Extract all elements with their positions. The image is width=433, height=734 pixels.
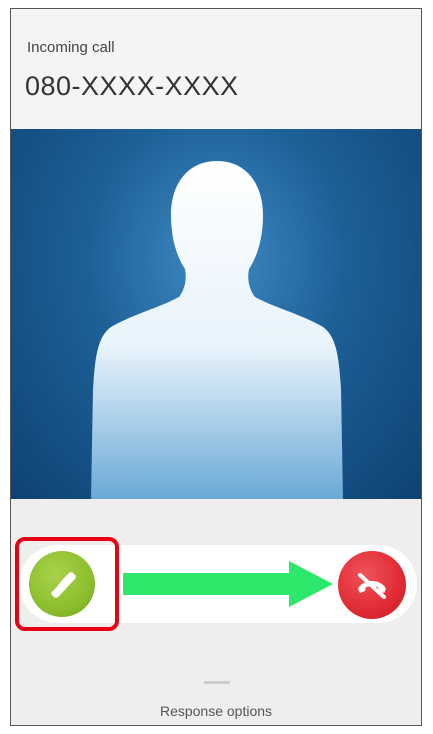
call-controls: Response options [11, 499, 421, 725]
caller-number: 080-XXXX-XXXX [25, 71, 239, 101]
response-options-link[interactable]: Response options [11, 703, 421, 719]
phone-slash-icon [358, 573, 386, 599]
swipe-arrow-icon [123, 561, 333, 607]
caller-photo [11, 129, 421, 499]
person-silhouette-icon [91, 161, 343, 499]
incoming-call-screen: Incoming call 080-XXXX-XXXX Response opt… [10, 8, 422, 726]
response-options-handle[interactable] [204, 681, 230, 684]
decline-button[interactable] [338, 551, 406, 619]
answer-button-highlight [15, 537, 119, 631]
call-header: Incoming call 080-XXXX-XXXX [11, 9, 421, 129]
call-status-label: Incoming call [27, 39, 115, 56]
